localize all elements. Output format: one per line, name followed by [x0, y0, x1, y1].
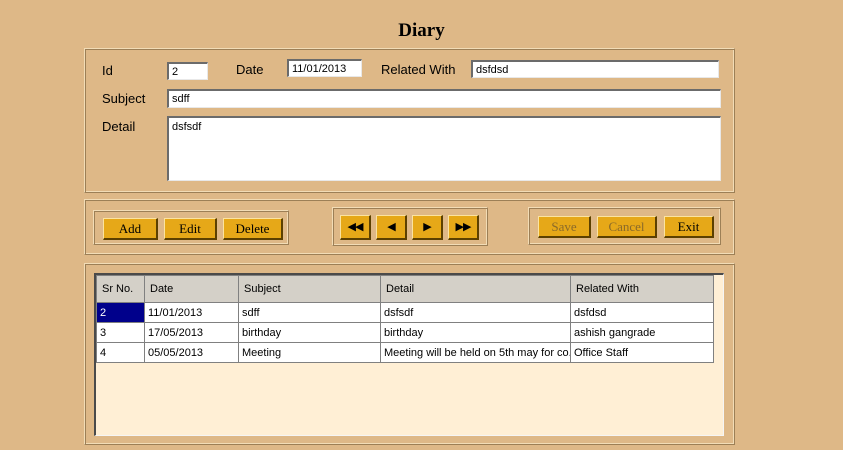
cell-detail[interactable]: Meeting will be held on 5th may for co..… [380, 342, 571, 363]
records-table: Sr No. Date Subject Detail Related With … [96, 275, 714, 363]
last-record-button[interactable]: ▶▶ [448, 215, 479, 240]
edit-button[interactable]: Edit [164, 218, 217, 240]
next-record-button[interactable]: ▶ [412, 215, 443, 240]
date-field[interactable]: 11/01/2013 [287, 59, 362, 77]
subject-label: Subject [102, 91, 146, 106]
table-row[interactable]: 2 11/01/2013 sdff dsfsdf dsfdsd [96, 302, 714, 323]
cell-related-with[interactable]: dsfdsd [570, 302, 714, 323]
delete-button[interactable]: Delete [223, 218, 283, 240]
column-header-sr-no[interactable]: Sr No. [96, 275, 145, 303]
cell-detail[interactable]: dsfsdf [380, 302, 571, 323]
page-title: Diary [398, 20, 445, 41]
related-with-label: Related With [381, 62, 456, 77]
previous-record-button[interactable]: ◀ [376, 215, 407, 240]
cell-sr-no[interactable]: 3 [96, 322, 145, 343]
id-field[interactable]: 2 [167, 62, 208, 80]
grid-header-row: Sr No. Date Subject Detail Related With [96, 275, 714, 303]
column-header-detail[interactable]: Detail [380, 275, 571, 303]
cancel-button[interactable]: Cancel [597, 216, 657, 238]
column-header-date[interactable]: Date [144, 275, 239, 303]
cell-related-with[interactable]: ashish gangrade [570, 322, 714, 343]
cell-date[interactable]: 11/01/2013 [144, 302, 239, 323]
date-label: Date [236, 62, 264, 77]
save-button[interactable]: Save [538, 216, 591, 238]
cell-subject[interactable]: birthday [238, 322, 381, 343]
first-record-button[interactable]: ◀◀ [340, 215, 371, 240]
detail-label: Detail [102, 119, 136, 134]
records-grid[interactable]: Sr No. Date Subject Detail Related With … [94, 273, 724, 436]
related-with-field[interactable]: dsfdsd [471, 60, 719, 78]
cell-sr-no[interactable]: 2 [96, 302, 145, 323]
subject-field[interactable]: sdff [167, 89, 721, 108]
cell-sr-no[interactable]: 4 [96, 342, 145, 363]
cell-date[interactable]: 17/05/2013 [144, 322, 239, 343]
cell-subject[interactable]: Meeting [238, 342, 381, 363]
exit-button[interactable]: Exit [664, 216, 714, 238]
cell-date[interactable]: 05/05/2013 [144, 342, 239, 363]
table-row[interactable]: 3 17/05/2013 birthday birthday ashish ga… [96, 322, 714, 343]
cell-subject[interactable]: sdff [238, 302, 381, 323]
id-label: Id [102, 63, 113, 78]
add-button[interactable]: Add [103, 218, 158, 240]
column-header-subject[interactable]: Subject [238, 275, 381, 303]
table-row[interactable]: 4 05/05/2013 Meeting Meeting will be hel… [96, 342, 714, 363]
column-header-related-with[interactable]: Related With [570, 275, 714, 303]
cell-related-with[interactable]: Office Staff [570, 342, 714, 363]
detail-field[interactable]: dsfsdf [167, 116, 721, 181]
cell-detail[interactable]: birthday [380, 322, 571, 343]
